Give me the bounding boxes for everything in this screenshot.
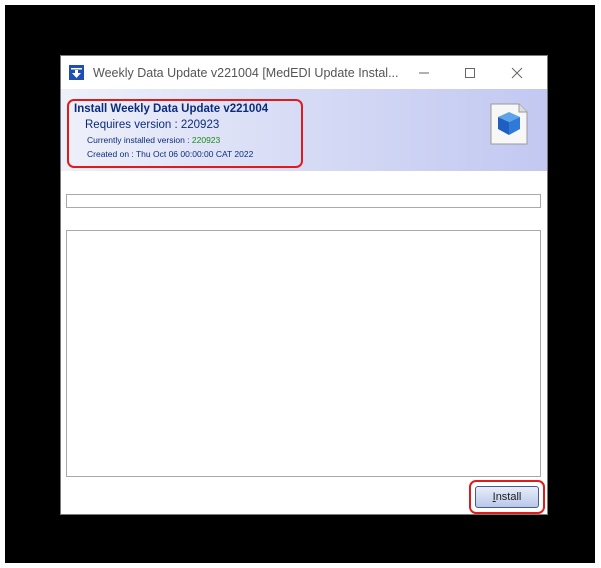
minimize-button[interactable] — [404, 60, 444, 86]
maximize-icon — [465, 68, 475, 78]
install-button[interactable]: Install — [475, 486, 539, 508]
window-title: Weekly Data Update v221004 [MedEDI Updat… — [93, 66, 399, 80]
log-output-area[interactable] — [66, 230, 541, 477]
created-date: Created on : Thu Oct 06 00:00:00 CAT 202… — [87, 149, 254, 159]
progress-bar — [66, 194, 541, 208]
update-title: Install Weekly Data Update v221004 — [74, 103, 269, 115]
package-box-icon — [489, 102, 529, 146]
installer-window: Weekly Data Update v221004 [MedEDI Updat… — [60, 55, 548, 515]
minimize-icon — [419, 72, 429, 74]
install-label: nstall — [495, 491, 522, 503]
download-arrow-icon — [69, 65, 84, 80]
installed-version: Currently installed version : 220923 — [87, 135, 220, 145]
close-icon — [511, 67, 523, 79]
required-version: Requires version : 220923 — [85, 119, 220, 131]
installed-version-value: 220923 — [191, 135, 221, 145]
maximize-button[interactable] — [450, 60, 490, 86]
title-bar[interactable]: Weekly Data Update v221004 [MedEDI Updat… — [61, 56, 547, 89]
installed-version-label: Currently installed version : — [87, 135, 192, 145]
close-button[interactable] — [497, 60, 537, 86]
